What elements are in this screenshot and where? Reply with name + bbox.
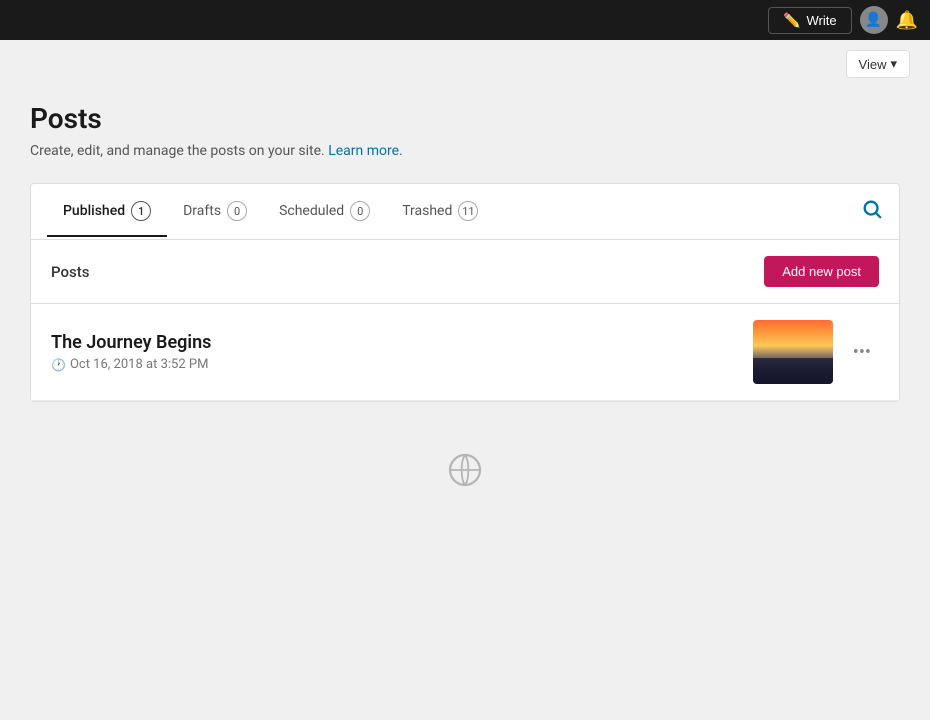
post-item: The Journey Begins 🕐 Oct 16, 2018 at 3:5… bbox=[31, 304, 899, 401]
tab-drafts[interactable]: Drafts 0 bbox=[167, 187, 263, 237]
post-thumbnail bbox=[753, 320, 833, 384]
post-date-text: Oct 16, 2018 at 3:52 PM bbox=[70, 357, 208, 372]
write-label: Write bbox=[806, 13, 836, 28]
view-button[interactable]: View ▾ bbox=[846, 50, 910, 78]
tab-container: Published 1 Drafts 0 Scheduled 0 Trashed… bbox=[30, 183, 900, 402]
main-content: Posts Create, edit, and manage the posts… bbox=[0, 78, 930, 542]
tab-drafts-count: 0 bbox=[227, 201, 247, 221]
posts-header: Posts Add new post bbox=[31, 240, 899, 304]
view-bar: View ▾ bbox=[0, 40, 930, 78]
page-description: Create, edit, and manage the posts on yo… bbox=[30, 143, 900, 159]
learn-more-link[interactable]: Learn more. bbox=[328, 143, 403, 159]
tab-scheduled-count: 0 bbox=[350, 201, 370, 221]
post-more-options-button[interactable]: ••• bbox=[845, 338, 879, 367]
post-info: The Journey Begins 🕐 Oct 16, 2018 at 3:5… bbox=[51, 332, 753, 372]
tab-trashed-count: 11 bbox=[458, 201, 478, 221]
post-title[interactable]: The Journey Begins bbox=[51, 332, 753, 353]
chevron-down-icon: ▾ bbox=[890, 56, 897, 72]
write-icon: ✏️ bbox=[783, 12, 800, 29]
add-new-post-button[interactable]: Add new post bbox=[764, 256, 879, 287]
tab-scheduled-label: Scheduled bbox=[279, 203, 344, 219]
write-button[interactable]: ✏️ Write bbox=[768, 7, 852, 34]
view-label: View bbox=[859, 57, 887, 72]
tabs: Published 1 Drafts 0 Scheduled 0 Trashed… bbox=[31, 184, 899, 240]
post-date: 🕐 Oct 16, 2018 at 3:52 PM bbox=[51, 357, 753, 372]
topbar: ✏️ Write 👤 🔔 bbox=[0, 0, 930, 40]
tab-published[interactable]: Published 1 bbox=[47, 187, 167, 237]
avatar[interactable]: 👤 bbox=[860, 6, 888, 34]
tab-drafts-label: Drafts bbox=[183, 203, 221, 219]
tab-published-count: 1 bbox=[131, 201, 151, 221]
posts-section-label: Posts bbox=[51, 263, 89, 281]
description-text: Create, edit, and manage the posts on yo… bbox=[30, 143, 325, 159]
tab-scheduled[interactable]: Scheduled 0 bbox=[263, 187, 386, 237]
tab-published-label: Published bbox=[63, 203, 125, 219]
wordpress-logo bbox=[447, 452, 483, 488]
search-icon[interactable] bbox=[861, 184, 883, 239]
clock-icon: 🕐 bbox=[51, 358, 66, 372]
footer bbox=[30, 422, 900, 518]
notification-icon[interactable]: 🔔 bbox=[896, 10, 918, 31]
tab-trashed[interactable]: Trashed 11 bbox=[386, 187, 494, 237]
page-title: Posts bbox=[30, 102, 900, 135]
tab-trashed-label: Trashed bbox=[402, 203, 452, 219]
